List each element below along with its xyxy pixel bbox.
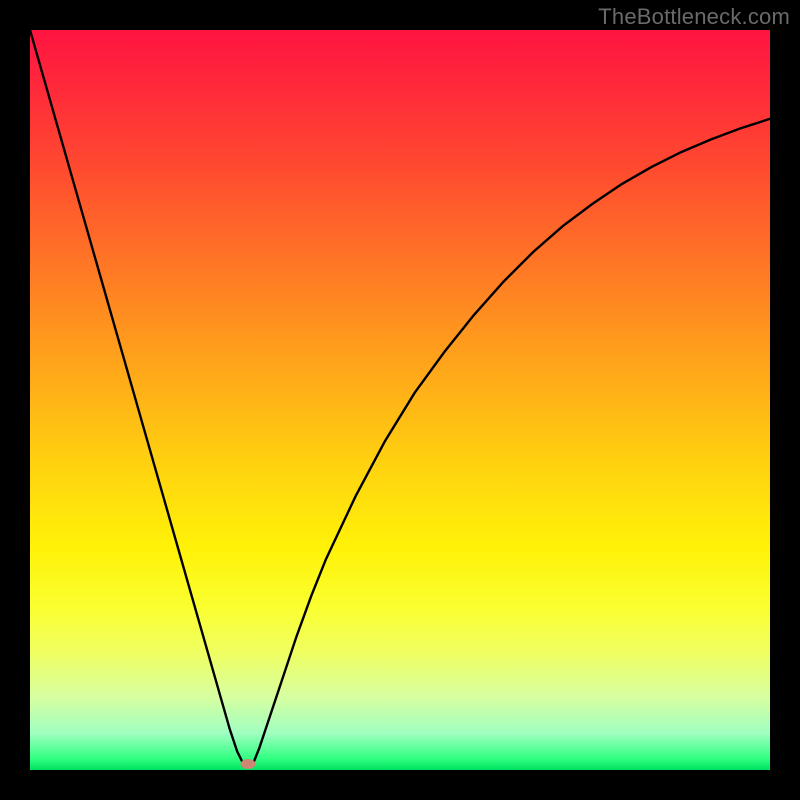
bottleneck-curve (30, 30, 770, 770)
optimal-point-marker (241, 759, 256, 769)
watermark-text: TheBottleneck.com (598, 4, 790, 30)
plot-area (30, 30, 770, 770)
curve-path (30, 30, 770, 766)
chart-frame: TheBottleneck.com (0, 0, 800, 800)
